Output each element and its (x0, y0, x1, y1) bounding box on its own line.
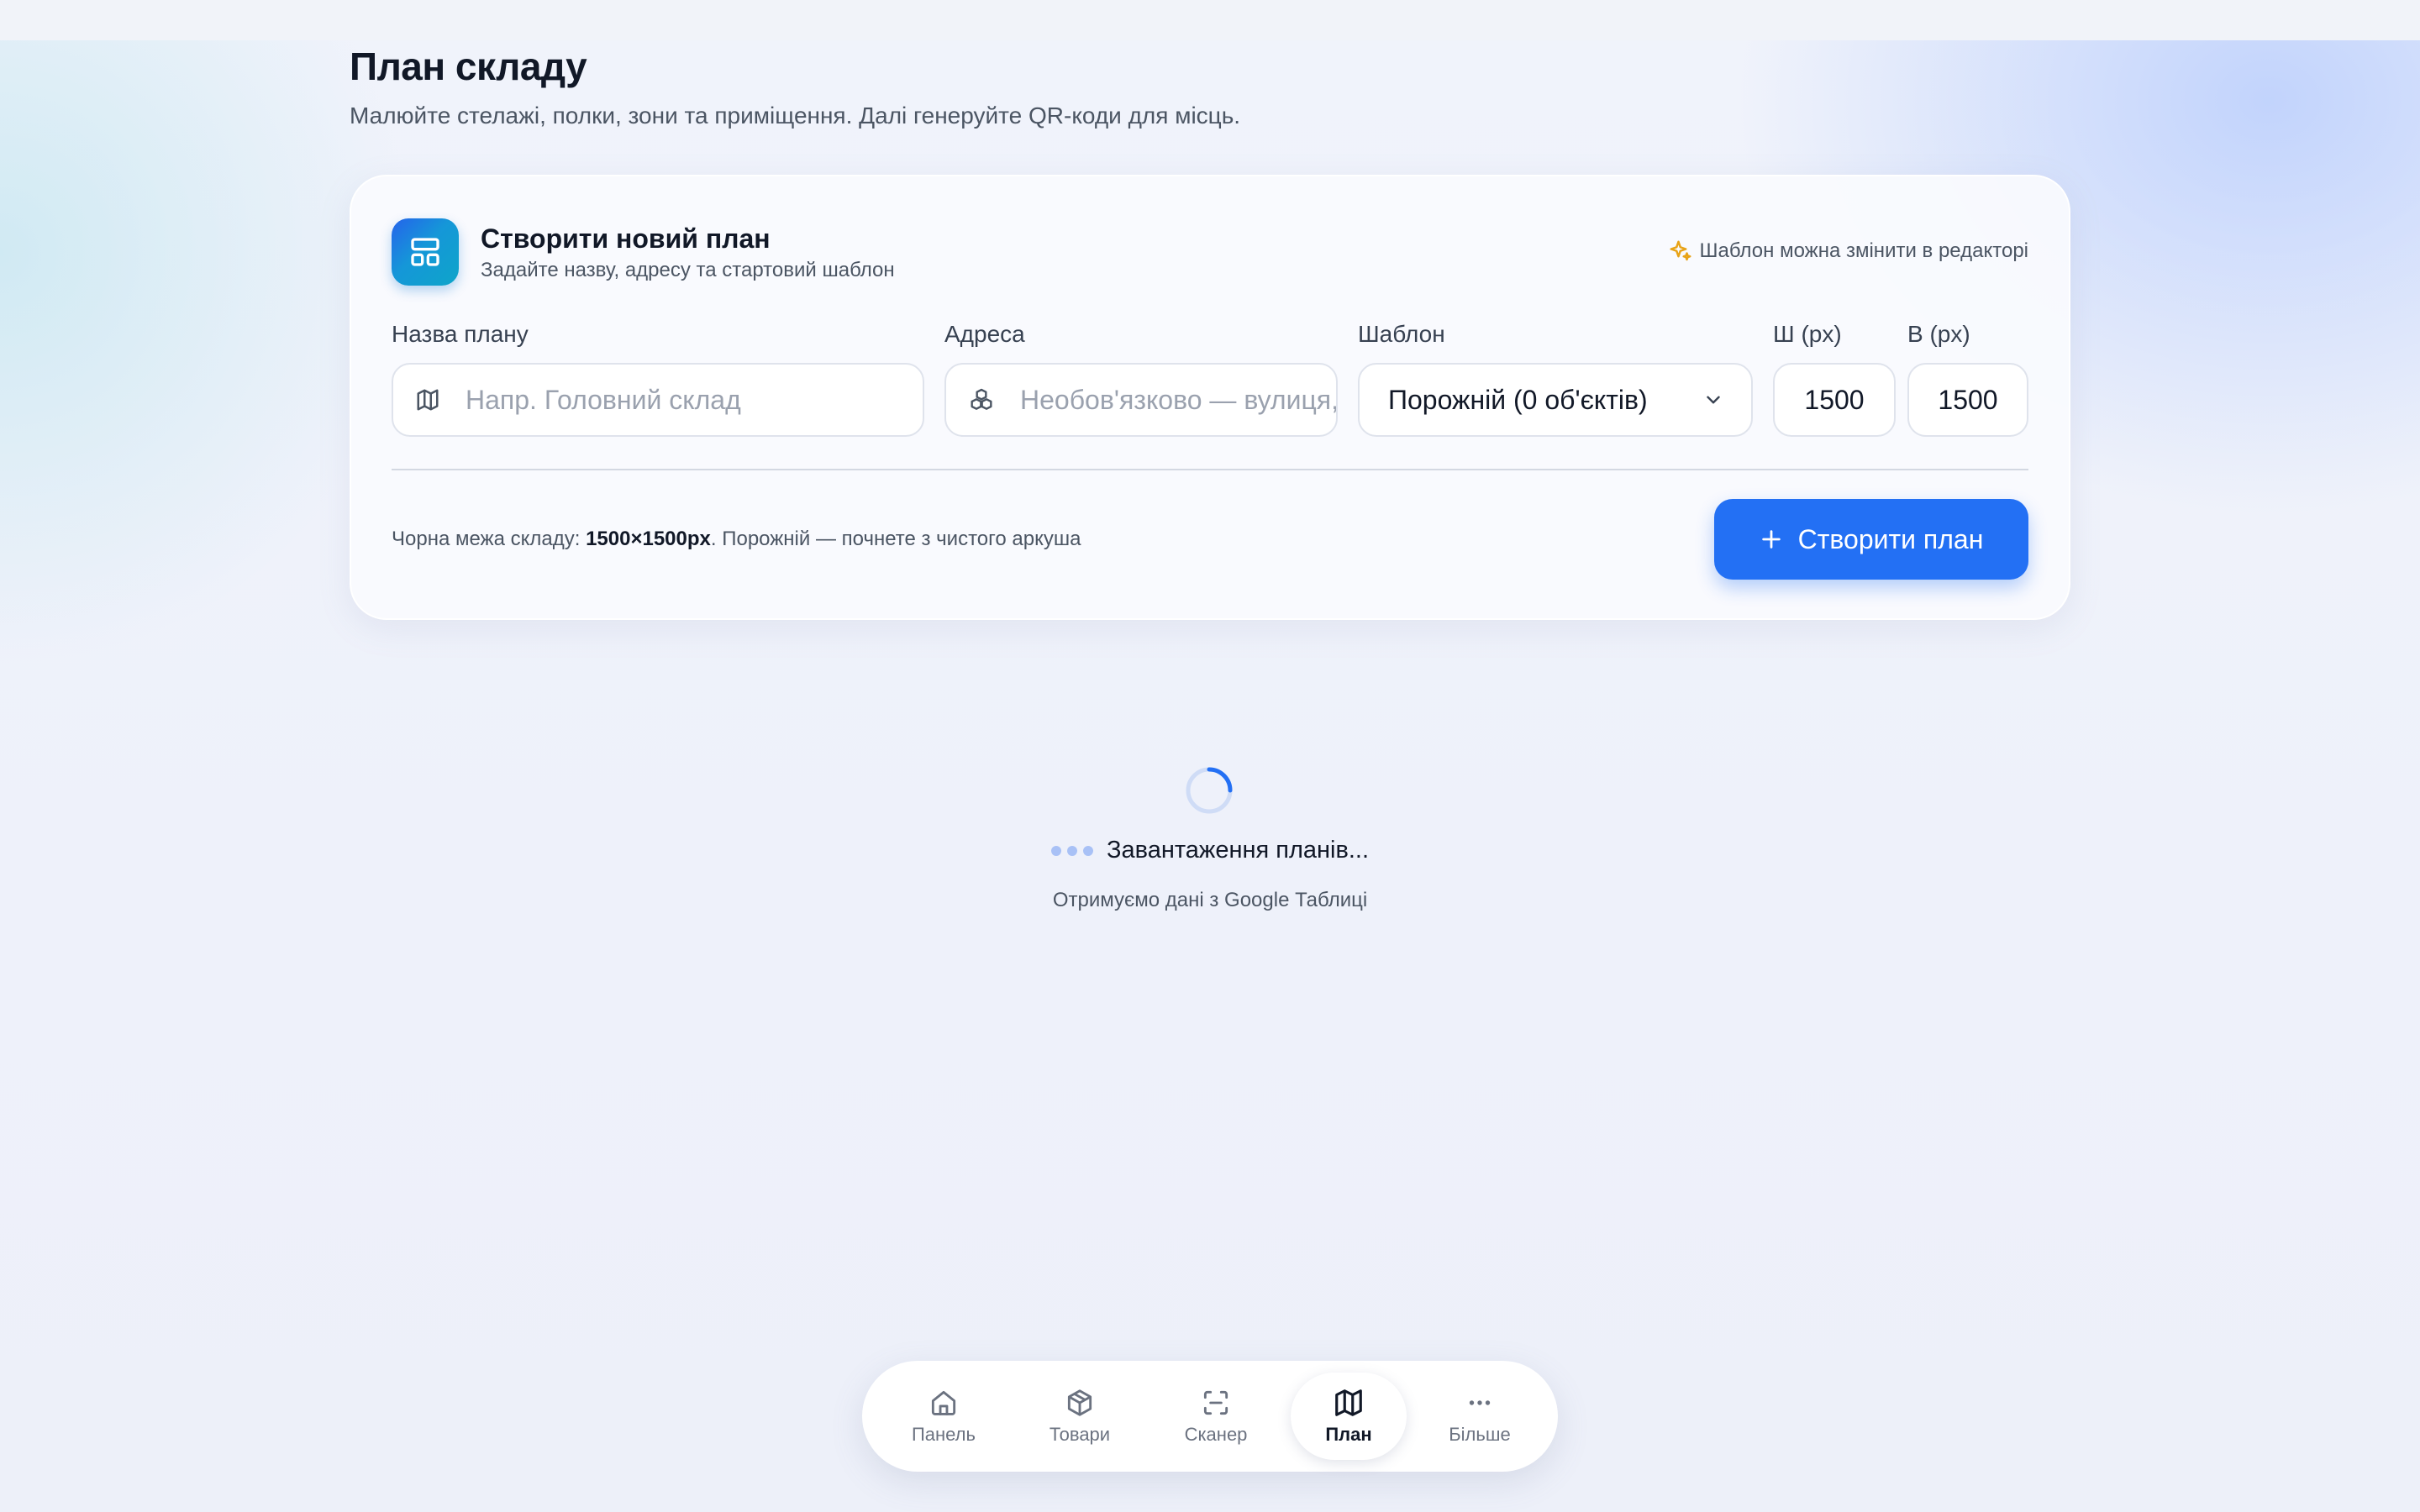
loading-spinner (1185, 766, 1234, 815)
plus-icon (1760, 528, 1783, 551)
sparkles-icon (1668, 239, 1693, 264)
boundary-footnote: Чорна межа складу: 1500×1500px. Порожній… (392, 528, 1081, 551)
card-title: Створити новий план (481, 223, 771, 254)
card-divider (392, 469, 2028, 470)
cubes-icon (968, 386, 995, 413)
more-icon (1464, 1387, 1496, 1419)
footnote-prefix: Чорна межа складу: (392, 528, 587, 550)
nav-label-scanner: Сканер (1184, 1424, 1248, 1445)
create-plan-card: Створити новий план Задайте назву, адрес… (350, 175, 2070, 620)
home-icon (928, 1387, 960, 1419)
footnote-suffix: . Порожній — почнете з чистого аркуша (710, 528, 1081, 550)
height-label: В (px) (1907, 321, 1970, 347)
nav-label-dashboard: Панель (911, 1424, 976, 1445)
map-icon (1333, 1387, 1365, 1419)
height-field[interactable]: 1500 (1907, 363, 2028, 437)
template-label: Шаблон (1358, 321, 1445, 347)
template-select[interactable]: Порожній (0 об'єктів) (1358, 363, 1753, 437)
box-icon (1064, 1387, 1096, 1419)
nav-item-more[interactable]: Більше (1425, 1373, 1534, 1460)
nav-label-plan: План (1325, 1424, 1372, 1445)
plan-name-input[interactable] (466, 384, 923, 416)
create-plan-button[interactable]: Створити план (1714, 499, 2028, 580)
footnote-size: 1500×1500px (586, 528, 711, 550)
loading-subtext: Отримуємо дані з Google Таблиці (1052, 889, 1368, 911)
loading-status: Завантаження планів... (0, 837, 2420, 864)
create-plan-button-label: Створити план (1797, 523, 1984, 554)
template-hint: Шаблон можна змінити в редакторі (1668, 239, 2028, 264)
plan-name-label: Назва плану (392, 321, 529, 347)
nav-label-products: Товари (1049, 1424, 1111, 1445)
address-field[interactable] (944, 363, 1338, 437)
height-value: 1500 (1938, 384, 1998, 415)
template-selected-value: Порожній (0 об'єктів) (1388, 384, 1648, 415)
map-icon (415, 387, 440, 412)
page-subtitle: Малюйте стелажі, полки, зони та приміщен… (350, 102, 1241, 129)
address-label: Адреса (944, 321, 1025, 347)
nav-item-scanner[interactable]: Сканер (1161, 1373, 1270, 1460)
nav-label-more: Більше (1449, 1424, 1511, 1445)
page-title: План складу (350, 45, 587, 88)
width-field[interactable]: 1500 (1773, 363, 1896, 437)
layout-icon (392, 218, 459, 286)
nav-item-dashboard[interactable]: Панель (891, 1373, 997, 1460)
bottom-nav: Панель Товари Сканер План Більше (862, 1361, 1558, 1472)
card-subtitle: Задайте назву, адресу та стартовий шабло… (481, 259, 895, 281)
scan-icon (1200, 1387, 1232, 1419)
loading-text: Завантаження планів... (1106, 837, 1370, 864)
top-bar (0, 0, 2420, 40)
nav-item-products[interactable]: Товари (1025, 1373, 1134, 1460)
nav-item-plan[interactable]: План (1291, 1373, 1407, 1460)
loading-dots (1050, 845, 1093, 856)
chevron-down-icon (1702, 389, 1724, 411)
width-value: 1500 (1804, 384, 1865, 415)
template-hint-text: Шаблон можна змінити в редакторі (1699, 239, 2028, 262)
address-input[interactable] (1020, 384, 1336, 416)
width-label: Ш (px) (1773, 321, 1842, 347)
plan-name-field[interactable] (392, 363, 924, 437)
